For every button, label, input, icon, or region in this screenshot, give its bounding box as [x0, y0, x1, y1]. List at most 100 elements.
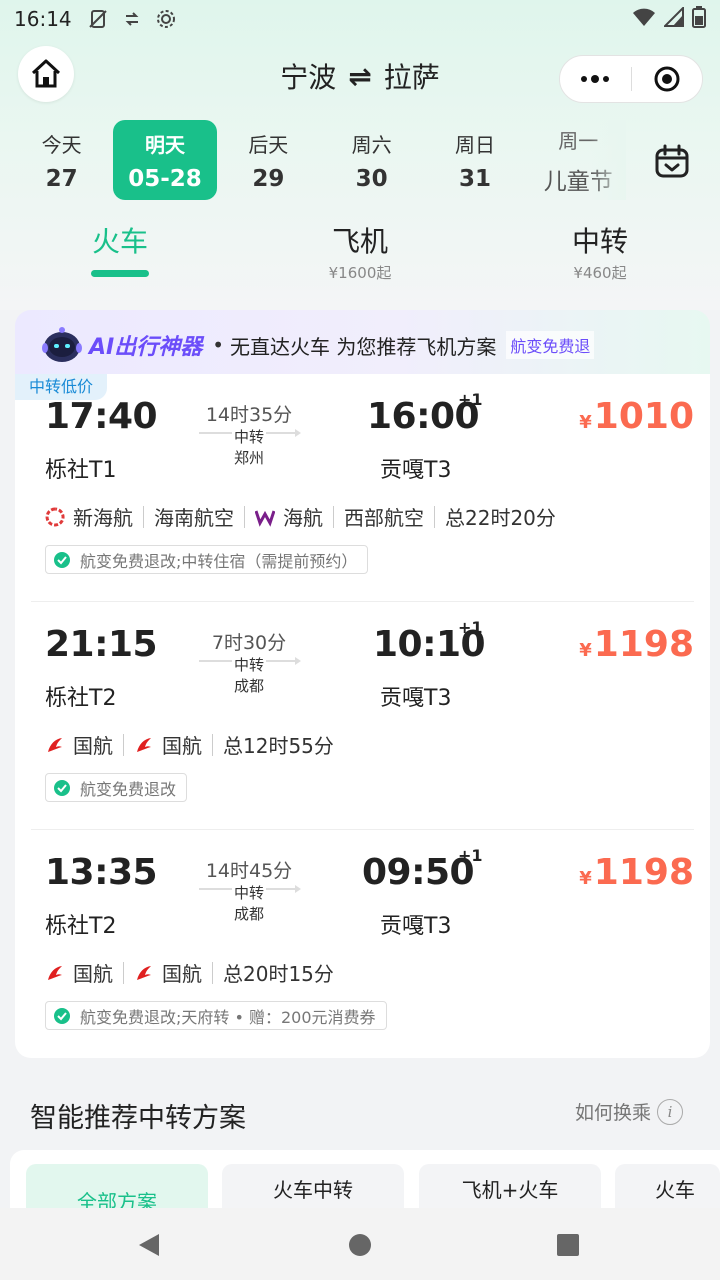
signal-icon [662, 5, 684, 32]
airline-name: 西部航空 [344, 506, 424, 530]
smart-transfer-title: 智能推荐中转方案 [30, 1103, 246, 1134]
date-weekday: 明天 [144, 132, 185, 157]
flight-duration: 7时30分 [211, 632, 287, 654]
calendar-icon [655, 144, 689, 178]
currency: ¥ [579, 412, 592, 433]
price-value: 1198 [593, 624, 694, 665]
total-duration: 总20时15分 [223, 962, 334, 986]
home-circle-icon [349, 1234, 371, 1256]
back-button[interactable] [136, 1232, 162, 1258]
status-bar: 16:14 [0, 0, 720, 38]
airline-list: 国航 国航 总20时15分 [45, 958, 334, 987]
date-monday[interactable]: 周一 儿童节 [527, 120, 630, 200]
transfer-info: 中转 成都 [199, 654, 299, 696]
more-button[interactable] [560, 56, 631, 102]
close-miniprogram-button[interactable] [632, 56, 703, 102]
ai-assistant-banner[interactable]: AI出行神器 • 无直达火车 为您推荐飞机方案 航变免费退 [15, 310, 710, 380]
flight-item[interactable]: 13:35 14时45分 中转 成都 09:50 +1 ¥1198 栎社T2 贡… [15, 830, 710, 1058]
flight-list: 中转低价 17:40 14时35分 中转 郑州 16:00 +1 ¥1010 栎… [15, 374, 710, 1058]
arrival-airport: 贡嘎T3 [380, 914, 452, 939]
destination-city[interactable]: 拉萨 [384, 56, 440, 96]
date-weekday: 周一 [558, 128, 599, 153]
recents-button[interactable] [555, 1232, 581, 1258]
ai-banner-tag: 航变免费退 [506, 331, 595, 359]
transfer-city: 成都 [233, 905, 264, 923]
west-air-logo-icon [255, 507, 275, 527]
hainan-airlines-logo-icon [45, 507, 65, 527]
transfer-label: 中转 [231, 654, 266, 675]
target-close-icon [654, 66, 680, 92]
flight-item[interactable]: 17:40 14时35分 中转 郑州 16:00 +1 ¥1010 栎社T1 贡… [15, 374, 710, 602]
policy-badge: 航变免费退改 [45, 773, 188, 802]
date-saturday[interactable]: 周六 30 [320, 120, 423, 200]
airline: 国航 [45, 958, 113, 987]
home-nav-button[interactable] [347, 1232, 373, 1258]
calendar-button[interactable] [648, 140, 696, 184]
date-day: 27 [45, 165, 78, 192]
status-time: 16:14 [14, 7, 72, 31]
next-day-marker: +1 [458, 618, 483, 637]
tab-price: ¥1600起 [328, 264, 392, 282]
price-value: 1198 [593, 852, 694, 893]
tab-train[interactable]: 火车 [20, 220, 220, 277]
check-circle-icon [54, 779, 70, 796]
flight-item[interactable]: 21:15 7时30分 中转 成都 10:10 +1 ¥1198 栎社T2 贡嘎… [15, 602, 710, 830]
settings-gear-icon [154, 7, 178, 31]
departure-time: 17:40 [45, 396, 158, 437]
ai-banner-title: AI出行神器 [89, 335, 203, 360]
date-weekday: 周日 [454, 132, 495, 157]
data-saver-icon [120, 7, 144, 31]
tab-transfer[interactable]: 中转 ¥460起 [500, 220, 700, 283]
airline-name: 海航 [283, 506, 323, 530]
airline: 国航 [45, 730, 113, 759]
airline-name: 国航 [73, 962, 113, 986]
transfer-label: 中转 [231, 882, 266, 903]
separator [244, 505, 245, 528]
tab-flight[interactable]: 飞机 ¥1600起 [260, 220, 460, 283]
flight-duration: 14时35分 [205, 404, 293, 426]
separator [212, 961, 213, 984]
price: ¥1198 [579, 852, 694, 893]
airline: 国航 [134, 730, 202, 759]
active-tab-indicator [91, 270, 149, 277]
swap-icon[interactable]: ⇌ [348, 60, 371, 93]
date-sunday[interactable]: 周日 31 [423, 120, 526, 200]
air-china-logo-icon [134, 963, 154, 983]
transfer-info: 中转 成都 [199, 882, 299, 924]
transport-mode-tabs: 火车 飞机 ¥1600起 中转 ¥460起 [0, 220, 720, 290]
ai-robot-icon [42, 327, 82, 362]
price: ¥1010 [579, 396, 694, 437]
date-day-after[interactable]: 后天 29 [217, 120, 320, 200]
airline-name: 国航 [162, 734, 202, 758]
date-selector: 今天 27 明天 05-28 后天 29 周六 30 周日 31 周一 儿童节 [10, 120, 630, 200]
home-button[interactable] [18, 46, 74, 102]
date-tomorrow-selected[interactable]: 明天 05-28 [113, 120, 217, 200]
battery-icon [692, 5, 706, 33]
airline-name: 国航 [73, 734, 113, 758]
price-value: 1010 [593, 396, 694, 437]
wifi-icon [632, 7, 656, 32]
separator [143, 505, 144, 528]
tab-label: 飞机 [331, 225, 388, 258]
how-to-transfer-link[interactable]: 如何换乘 i [575, 1098, 684, 1125]
air-china-logo-icon [134, 735, 154, 755]
more-dots-icon [581, 75, 610, 83]
recents-square-icon [557, 1234, 579, 1256]
separator [333, 505, 334, 528]
policy-text: 航变免费退改;中转住宿（需提前预约） [80, 551, 358, 571]
departure-time: 21:15 [45, 624, 158, 665]
date-day: 儿童节 [543, 168, 613, 195]
back-triangle-icon [139, 1234, 159, 1256]
origin-city[interactable]: 宁波 [280, 56, 336, 96]
airline-list: 新海航 海南航空 海航 西部航空 总22时20分 [45, 502, 556, 531]
separator [123, 961, 124, 984]
check-circle-icon [54, 1007, 70, 1024]
arrival-airport: 贡嘎T3 [380, 458, 452, 483]
system-navigation-bar [0, 1208, 720, 1280]
next-day-marker: +1 [458, 390, 483, 409]
header: 宁波 ⇌ 拉萨 [0, 42, 720, 106]
date-today[interactable]: 今天 27 [10, 120, 113, 200]
currency: ¥ [579, 640, 592, 661]
air-china-logo-icon [45, 735, 65, 755]
next-day-marker: +1 [458, 846, 483, 865]
